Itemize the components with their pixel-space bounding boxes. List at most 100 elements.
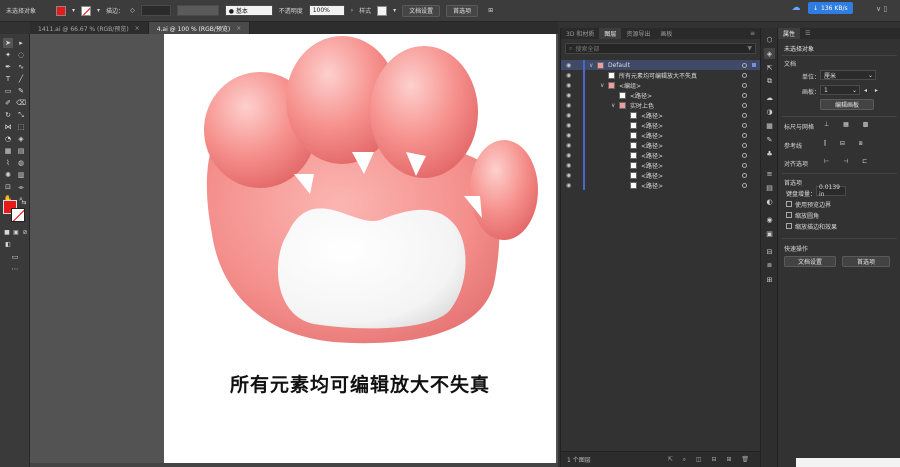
align-icon[interactable]: ⊟ (764, 246, 775, 257)
symbols-icon[interactable]: ♣ (764, 148, 775, 159)
layers-search-input[interactable]: ⌕ 搜索全部 ▼ (565, 43, 756, 54)
eyedropper-icon[interactable]: ⌇ (3, 158, 13, 168)
layer-row[interactable]: ◉ <路径> (561, 90, 761, 100)
column-graph-icon[interactable]: ▥ (16, 170, 26, 180)
variable-width-field[interactable] (176, 5, 219, 16)
transform-icon[interactable]: ⊞ (764, 274, 775, 285)
eye-icon[interactable]: ◉ (566, 112, 571, 119)
curvature-tool-icon[interactable]: ∿ (16, 62, 26, 72)
line-tool-icon[interactable]: ╱ (16, 74, 26, 84)
opacity-field[interactable]: 100% (308, 5, 345, 16)
artboards-icon[interactable]: ⧉ (764, 76, 775, 87)
cat-paw-illustration[interactable] (164, 34, 556, 364)
pen-tool-icon[interactable]: ✒ (3, 62, 13, 72)
swatches-icon[interactable]: ▦ (764, 120, 775, 131)
canvas-caption[interactable]: 所有元素均可编辑放大不失真 (164, 370, 556, 397)
eraser-icon[interactable]: ⌫ (16, 98, 26, 108)
expander-icon[interactable]: ∨ (589, 62, 593, 69)
selection-indicator[interactable] (752, 63, 756, 67)
filter-icon[interactable]: ▼ (747, 45, 752, 52)
brushes-icon[interactable]: ✎ (764, 134, 775, 145)
target-icon[interactable] (742, 102, 747, 108)
close-icon[interactable]: × (135, 25, 140, 32)
layer-actions[interactable]: ⇱ ⌕ ◫ ⊟ ⊞ 🗑 (668, 456, 753, 464)
tab-artboards[interactable]: 画板 (655, 28, 677, 39)
artboard-select[interactable]: 1 ⌄ (820, 85, 860, 95)
type-tool-icon[interactable]: T (3, 74, 13, 84)
pathfinder-icon[interactable]: ⧈ (764, 260, 775, 271)
rectangle-tool-icon[interactable]: ▭ (3, 86, 13, 96)
tab-4[interactable]: 4.ai @ 100 % (RGB/预览) × (148, 22, 251, 34)
scale-tool-icon[interactable]: ⤡ (16, 110, 26, 120)
ruler-grid-icons[interactable]: ⊥ ▦ ▩ (824, 121, 874, 128)
transparency-icon[interactable]: ◐ (764, 196, 775, 207)
layer-row[interactable]: ◉ ∨ Default (561, 60, 761, 70)
style-swatch[interactable] (377, 5, 388, 16)
eye-icon[interactable]: ◉ (566, 92, 571, 99)
fill-dropdown-icon[interactable]: ▾ (72, 7, 75, 14)
close-icon[interactable]: × (236, 25, 241, 32)
artboard-tool-icon[interactable]: ⊡ (3, 182, 13, 192)
symbol-sprayer-icon[interactable]: ✺ (3, 170, 13, 180)
tab-3d-materials[interactable]: 3D 和材质 (561, 28, 599, 39)
eye-icon[interactable]: ◉ (566, 182, 571, 189)
layer-row[interactable]: ◉ <路径> (561, 170, 761, 180)
stroke-icon[interactable]: ≡ (764, 168, 775, 179)
layer-row[interactable]: ◉ ∨ 实时上色 (561, 100, 761, 110)
scale-corners-checkbox[interactable] (786, 212, 792, 218)
target-icon[interactable] (742, 172, 747, 178)
layer-row[interactable]: ◉ 所有元素均可编辑放大不失真 (561, 70, 761, 80)
eye-icon[interactable]: ◉ (566, 82, 571, 89)
layer-row[interactable]: ◉ <路径> (561, 160, 761, 170)
eye-icon[interactable]: ◉ (566, 152, 571, 159)
direct-selection-tool-icon[interactable]: ▸ (16, 38, 26, 48)
target-icon[interactable] (742, 142, 747, 148)
tab-menu-icon[interactable]: ☰ (800, 28, 815, 39)
shaper-tool-icon[interactable]: ✐ (3, 98, 13, 108)
edit-artboard-button[interactable]: 编辑画板 (820, 99, 874, 110)
preferences-button[interactable]: 首选项 (842, 256, 890, 267)
lasso-icon[interactable]: ◌ (16, 50, 26, 60)
layer-row[interactable]: ◉ <路径> (561, 130, 761, 140)
draw-mode-icon[interactable]: ◧ (3, 240, 13, 250)
layer-row[interactable]: ◉ <路径> (561, 140, 761, 150)
keyboard-increment-field[interactable]: 0.0139 in (816, 184, 846, 198)
scale-strokes-checkbox[interactable] (786, 223, 792, 229)
appearance-icon[interactable]: ◉ (764, 214, 775, 225)
eye-icon[interactable]: ◉ (566, 62, 571, 69)
perspective-grid-icon[interactable]: ▦ (3, 146, 13, 156)
target-icon[interactable] (742, 152, 747, 158)
layer-row[interactable]: ◉ <路径> (561, 110, 761, 120)
guides-icons[interactable]: ⫿ ⊟ ⧈ (824, 140, 869, 148)
live-paint-icon[interactable]: ◈ (16, 134, 26, 144)
artboard[interactable]: 所有元素均可编辑放大不失真 (164, 34, 556, 463)
eye-icon[interactable]: ◉ (566, 142, 571, 149)
free-transform-icon[interactable]: ⬚ (16, 122, 26, 132)
screen-mode-icon[interactable]: ▭ (10, 252, 20, 262)
gradient-icon[interactable]: ▤ (764, 182, 775, 193)
tab-1411[interactable]: 1411.ai @ 66.67 % (RGB/预览) × (30, 22, 149, 34)
paintbrush-icon[interactable]: ✎ (16, 86, 26, 96)
eye-icon[interactable]: ◉ (566, 162, 571, 169)
none-mode-icon[interactable]: ⊘ (20, 228, 30, 238)
unit-select[interactable]: 厘米 ⌄ (820, 70, 876, 80)
export-icon[interactable]: ⇱ (764, 62, 775, 73)
swap-colors-icon[interactable]: ⇆ (19, 198, 29, 208)
target-icon[interactable] (742, 132, 747, 138)
more-tools-icon[interactable]: ⋯ (10, 264, 20, 274)
target-icon[interactable] (742, 112, 747, 118)
preview-bounds-checkbox[interactable] (786, 201, 792, 207)
target-icon[interactable] (742, 72, 747, 78)
stroke-swatch[interactable] (11, 208, 25, 222)
artboard-nav-icons[interactable]: ◂ ▸ (864, 87, 881, 94)
stroke-dropdown-icon[interactable]: ▾ (97, 7, 100, 14)
align-icons[interactable]: ⊢ ⊣ ⊏ (824, 158, 873, 165)
cloud-icon[interactable]: ☁ (789, 2, 803, 14)
slice-tool-icon[interactable]: ⌯ (16, 182, 26, 192)
layer-row[interactable]: ◉ <路径> (561, 120, 761, 130)
target-icon[interactable] (742, 122, 747, 128)
eye-icon[interactable]: ◉ (566, 132, 571, 139)
graphic-styles-icon[interactable]: ▣ (764, 228, 775, 239)
tab-asset-export[interactable]: 资源导出 (621, 28, 655, 39)
fill-color-swatch[interactable] (56, 5, 67, 16)
